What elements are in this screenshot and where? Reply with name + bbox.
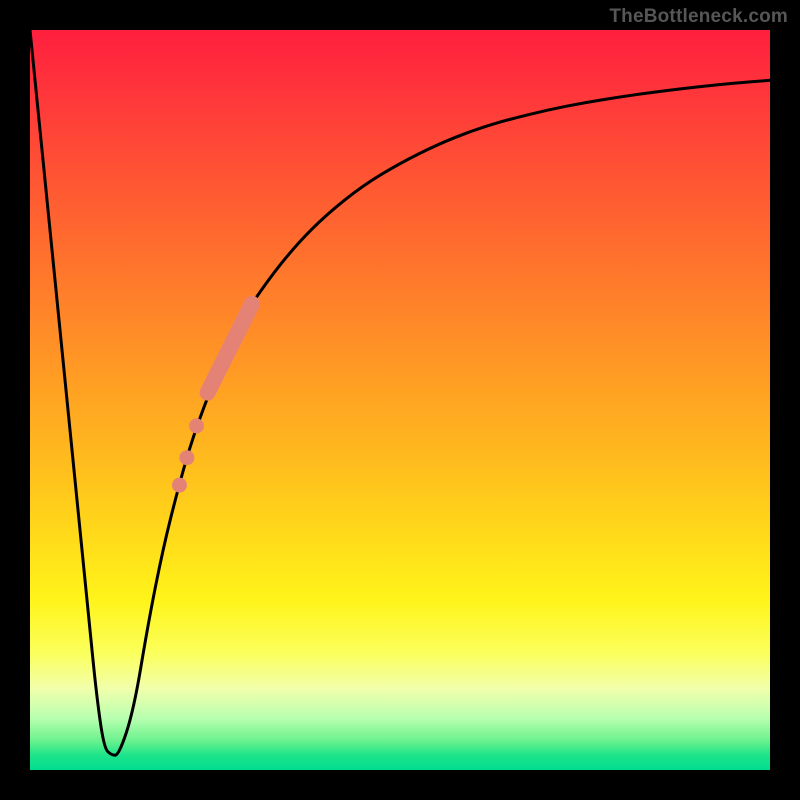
curve-layer	[30, 30, 770, 770]
bottleneck-curve	[30, 30, 770, 755]
watermark-text: TheBottleneck.com	[609, 6, 788, 28]
highlight-dot	[172, 478, 187, 493]
highlight-dots	[172, 418, 204, 492]
highlight-dot	[189, 418, 204, 433]
highlight-thick-segment	[208, 304, 252, 393]
plot-area	[30, 30, 770, 770]
chart-frame: TheBottleneck.com	[0, 0, 800, 800]
highlight-dot	[179, 450, 194, 465]
